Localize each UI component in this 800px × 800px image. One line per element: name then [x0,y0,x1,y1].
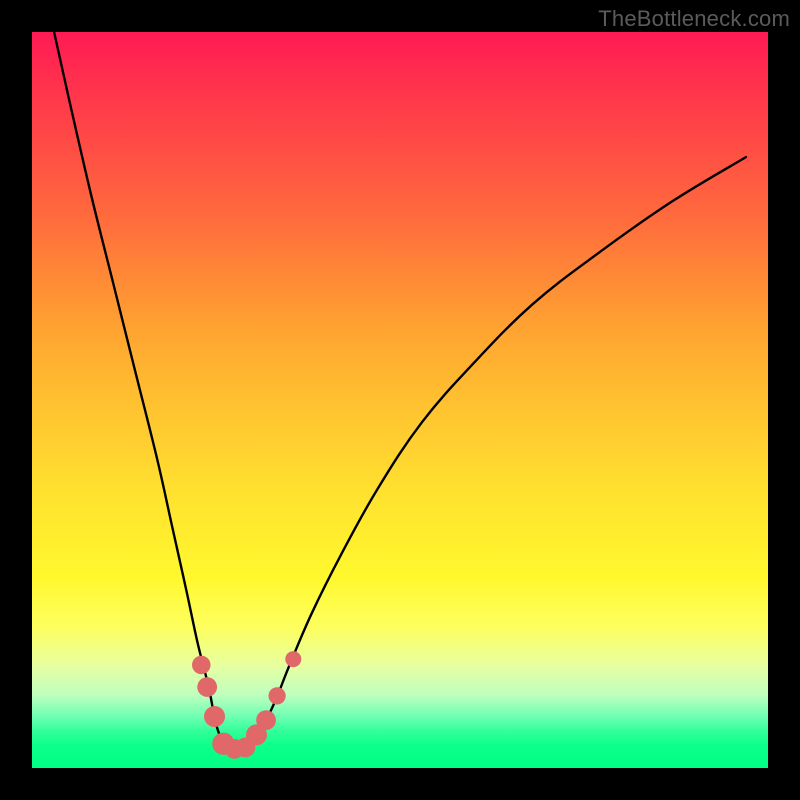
data-marker [285,651,301,667]
data-marker [197,677,217,697]
chart-frame: TheBottleneck.com [0,0,800,800]
data-marker [256,710,276,730]
marker-group [192,651,301,759]
watermark-text: TheBottleneck.com [598,6,790,32]
bottleneck-curve [54,32,746,750]
data-marker [192,656,211,675]
data-marker [268,687,285,704]
plot-area [32,32,768,768]
chart-svg [32,32,768,768]
data-marker [204,706,225,727]
